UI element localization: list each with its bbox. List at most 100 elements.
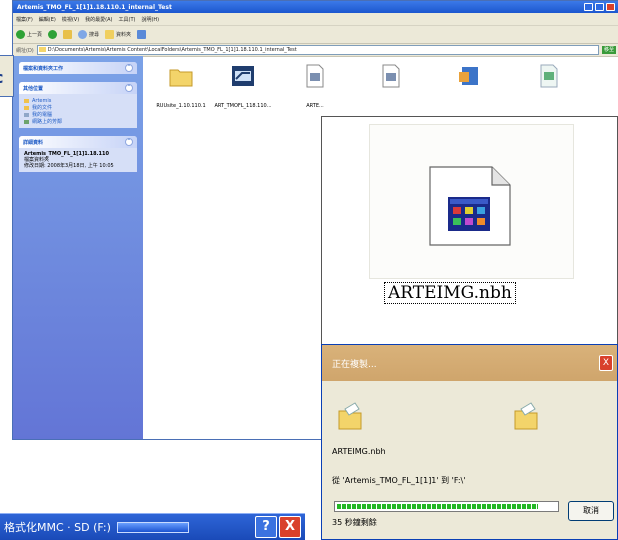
file-list: RUUsite_1.10.110.1 ART_TMOFL_118.110... … — [151, 63, 618, 123]
format-dialog-titlebar[interactable]: 格式化MMC · SD (F:) ? X — [0, 513, 305, 540]
file-item[interactable]: ART_TMOFL_118.110... — [213, 63, 273, 109]
file-tasks-header[interactable]: 檔案和資料夾工作 ˅ — [19, 62, 137, 74]
folder-icon — [24, 98, 29, 103]
folders-label: 資料夾 — [116, 32, 132, 38]
copy-dialog-title: 正在複製... — [332, 359, 377, 370]
go-button[interactable]: 移至 — [601, 46, 616, 54]
minimize-button[interactable] — [584, 3, 593, 11]
up-folder-icon — [63, 30, 73, 39]
file-item[interactable] — [361, 63, 421, 103]
file-label: ART_TMOFL_118.110... — [214, 103, 272, 109]
address-input[interactable]: D:\Documents\Artemis\Artemis Content\Loc… — [36, 45, 599, 55]
toolbar: 上一頁 搜尋 資料夾 — [13, 26, 618, 44]
help-button[interactable]: ? — [255, 516, 277, 538]
window-controls — [584, 3, 615, 11]
clipped-label: c — [0, 68, 3, 87]
documents-icon — [24, 105, 29, 110]
place-item[interactable]: 我的文件 — [24, 104, 132, 111]
chevron-up-icon[interactable]: ˄ — [125, 84, 133, 92]
address-value: D:\Documents\Artemis\Artemis Content\Loc… — [47, 47, 297, 53]
place-item[interactable]: 我的電腦 — [24, 111, 132, 118]
copy-progress-bar — [334, 501, 559, 512]
file-label: RUUsite_1.10.110.1 — [156, 103, 206, 109]
details-body: Artemis_TMO_FL_1[1]1.18.110 檔案資料夾 修改日期: … — [19, 148, 137, 172]
other-places-header[interactable]: 其他位置 ˄ — [19, 82, 137, 94]
views-button[interactable] — [137, 30, 147, 39]
back-button[interactable]: 上一頁 — [16, 30, 42, 39]
place-label: 我的電腦 — [32, 112, 53, 118]
folder-icon — [169, 69, 193, 87]
file-item[interactable]: RUUsite_1.10.110.1 — [151, 63, 211, 109]
dll-icon — [306, 64, 324, 88]
file-preview: ARTEIMG.nbh — [321, 116, 618, 345]
address-label: 網址(D) — [16, 47, 34, 54]
details-header[interactable]: 詳細資料 ˄ — [19, 136, 137, 148]
dll-icon — [382, 64, 400, 88]
back-label: 上一頁 — [27, 32, 43, 38]
copy-dialog-titlebar[interactable]: 正在複製... X — [322, 345, 617, 381]
copy-progress-dialog: 正在複製... X ARTEIMG.nbh 從 'Artemis_TMO_FL_… — [321, 344, 618, 540]
file-item[interactable] — [519, 63, 579, 103]
chevron-up-icon[interactable]: ˄ — [125, 138, 133, 146]
format-dialog-title: 格式化MMC · SD (F:) — [4, 521, 111, 534]
other-places-list: Artemis 我的文件 我的電腦 網路上的芳鄰 — [19, 94, 137, 128]
close-icon[interactable]: X — [599, 355, 613, 371]
close-button[interactable] — [606, 3, 615, 11]
menu-bar: 檔案(F) 編輯(E) 檢視(V) 我的最愛(A) 工具(T) 說明(H) — [13, 13, 618, 26]
folders-button[interactable]: 資料夾 — [105, 30, 131, 39]
copy-file-name: ARTEIMG.nbh — [332, 447, 386, 456]
menu-favorites[interactable]: 我的最愛(A) — [85, 16, 112, 23]
place-label: Artemis — [32, 97, 52, 104]
close-button[interactable]: X — [279, 516, 301, 538]
menu-edit[interactable]: 編輯(E) — [39, 16, 56, 23]
back-arrow-icon — [16, 30, 25, 39]
up-folder-button[interactable] — [63, 30, 73, 39]
copy-progress-fill — [337, 504, 539, 509]
search-button[interactable]: 搜尋 — [78, 30, 99, 39]
file-tasks-title: 檔案和資料夾工作 — [23, 65, 64, 72]
menu-tools[interactable]: 工具(T) — [119, 16, 136, 23]
setup-icon — [459, 67, 478, 85]
source-folder-icon — [338, 402, 362, 430]
place-item[interactable]: Artemis — [24, 97, 132, 104]
preview-frame — [369, 124, 574, 279]
preview-filename[interactable]: ARTEIMG.nbh — [384, 282, 516, 304]
task-pane: 檔案和資料夾工作 ˅ 其他位置 ˄ Artemis 我的文件 我的電腦 網路上的… — [13, 56, 143, 439]
views-icon — [137, 30, 147, 39]
forward-arrow-icon — [48, 30, 58, 39]
place-item[interactable]: 網路上的芳鄰 — [24, 118, 132, 125]
folder-icon — [38, 47, 46, 52]
clipped-window-edge: c — [0, 55, 14, 97]
nbh-file-icon — [429, 166, 511, 246]
place-label: 網路上的芳鄰 — [32, 119, 63, 125]
details-modified: 修改日期: 2008年3月18日, 上午 10:05 — [24, 163, 114, 169]
format-progress-icon — [116, 521, 189, 533]
chevron-down-icon[interactable]: ˅ — [125, 64, 133, 72]
file-item[interactable]: ARTE... — [285, 63, 345, 109]
explorer-titlebar[interactable]: Artemis_TMO_FL_1[1]1.18.110.1_internal_T… — [13, 1, 618, 13]
file-item[interactable] — [439, 63, 499, 103]
file-tasks-panel: 檔案和資料夾工作 ˅ — [19, 62, 137, 74]
folder-icon — [105, 30, 115, 39]
details-panel: 詳細資料 ˄ Artemis_TMO_FL_1[1]1.18.110 檔案資料夾… — [19, 136, 137, 172]
other-places-panel: 其他位置 ˄ Artemis 我的文件 我的電腦 網路上的芳鄰 — [19, 82, 137, 128]
network-icon — [24, 119, 29, 124]
menu-help[interactable]: 說明(H) — [141, 16, 159, 23]
search-icon — [78, 30, 88, 39]
menu-file[interactable]: 檔案(F) — [16, 16, 33, 23]
image-icon — [540, 64, 558, 88]
time-remaining: 35 秒鐘剩餘 — [332, 518, 377, 527]
other-places-title: 其他位置 — [23, 85, 44, 92]
search-label: 搜尋 — [89, 32, 100, 38]
exe-icon — [232, 66, 254, 86]
maximize-button[interactable] — [595, 3, 604, 11]
computer-icon — [24, 112, 29, 117]
place-label: 我的文件 — [32, 105, 53, 111]
menu-view[interactable]: 檢視(V) — [62, 16, 79, 23]
file-label: ARTE... — [306, 103, 324, 109]
copy-from-to: 從 'Artemis_TMO_FL_1[1]1' 到 'F:\' — [332, 476, 466, 485]
details-title: 詳細資料 — [23, 139, 44, 146]
cancel-button[interactable]: 取消 — [568, 501, 614, 521]
forward-button[interactable] — [48, 30, 58, 39]
target-folder-icon — [514, 402, 538, 430]
